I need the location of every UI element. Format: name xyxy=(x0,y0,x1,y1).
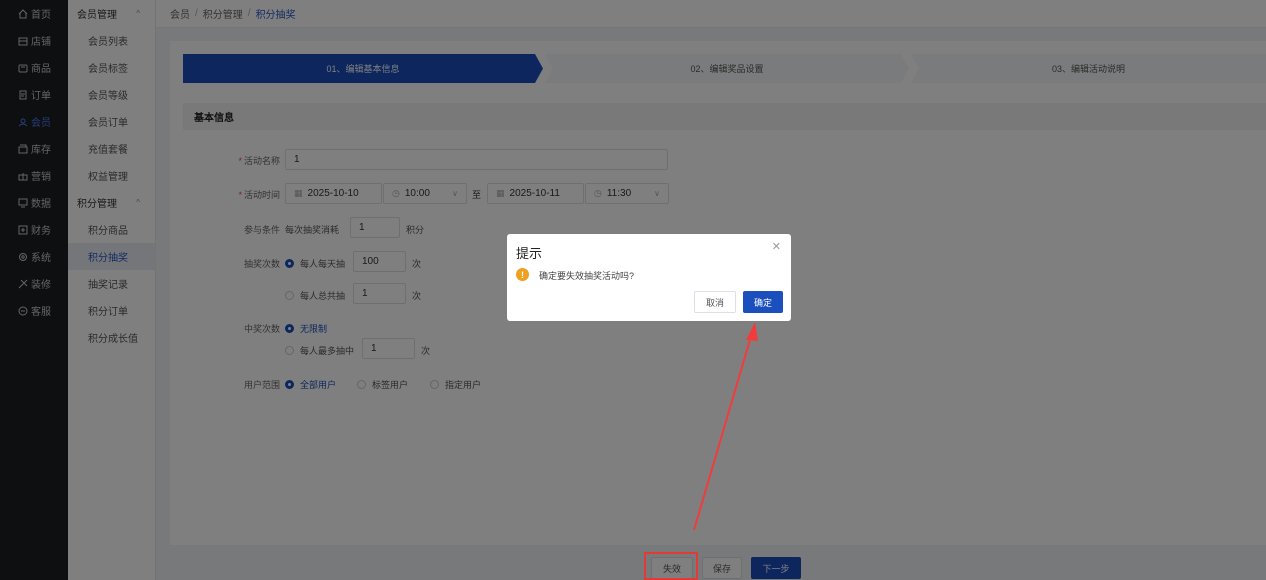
cancel-button[interactable]: 取消 xyxy=(694,291,736,313)
dialog-message: 确定要失效抽奖活动吗? xyxy=(539,271,635,281)
annotation-highlight-box xyxy=(644,552,698,580)
close-icon[interactable]: ✕ xyxy=(772,240,781,253)
dialog-title: 提示 xyxy=(516,246,543,261)
confirm-button[interactable]: 确定 xyxy=(743,291,783,313)
warning-icon: ! xyxy=(516,268,529,281)
confirm-dialog: 提示 ✕ ! 确定要失效抽奖活动吗? 取消 确定 xyxy=(507,234,791,321)
